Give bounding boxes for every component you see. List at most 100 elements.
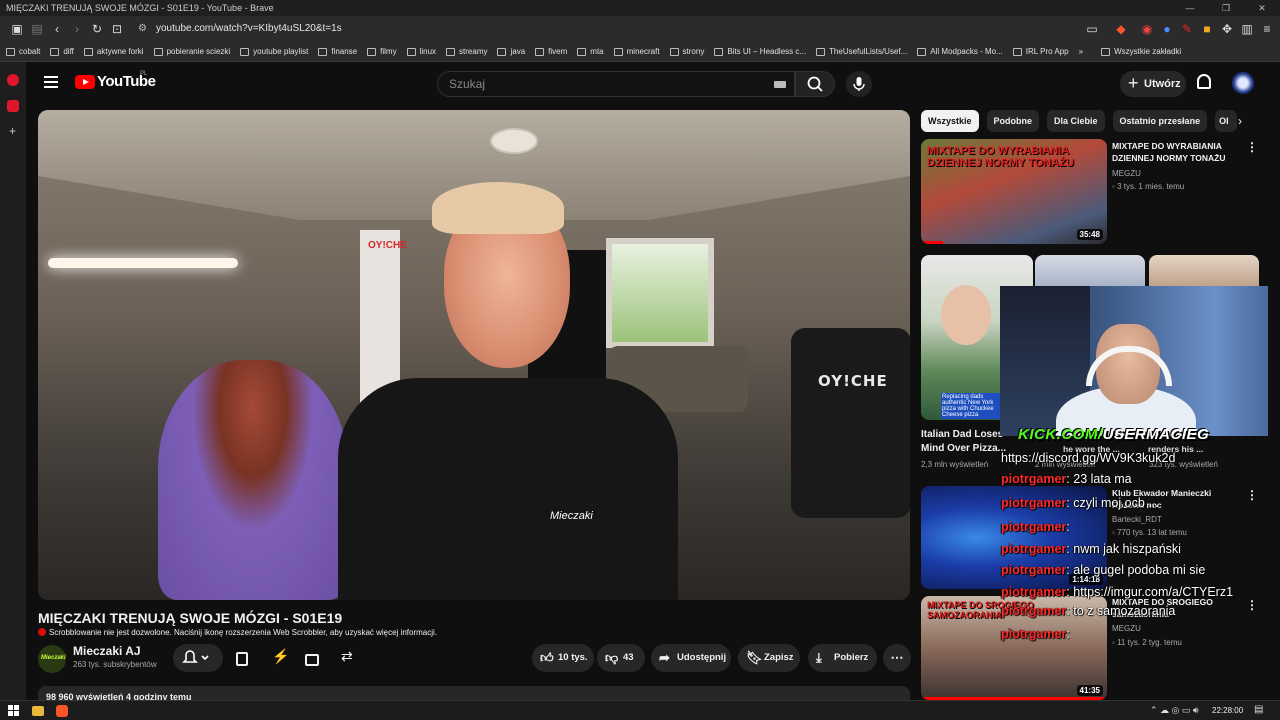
channel-avatar[interactable]: Mieczaki: [38, 645, 66, 673]
cast-icon[interactable]: ▭: [1083, 20, 1101, 38]
rec-title-2[interactable]: Italian Dad Loses Mind Over Pizza...: [921, 428, 1006, 456]
maximize-button[interactable]: ❐: [1208, 0, 1244, 16]
site-settings-icon[interactable]: ⚙: [138, 19, 147, 39]
video-player[interactable]: OY!CHE OY!CHE Mieczaki: [38, 110, 910, 600]
image-icon[interactable]: [305, 651, 319, 669]
minimize-button[interactable]: —: [1172, 0, 1208, 16]
sidebar-app-icon[interactable]: [7, 74, 19, 86]
bookmark-item[interactable]: TheUsefulLists/Usef...: [816, 47, 907, 56]
subscribe-bell-button[interactable]: [173, 644, 223, 672]
bookmark-item[interactable]: cobalt: [6, 47, 40, 56]
like-button[interactable]: 👍︎ 10 tys.: [532, 644, 594, 672]
rec-channel-1[interactable]: MEGZU: [1112, 169, 1141, 178]
menu-icon[interactable]: ≡: [1258, 20, 1276, 38]
bookmark-item[interactable]: finanse: [318, 47, 357, 56]
save-button[interactable]: 🔖︎ Zapisz: [738, 644, 800, 672]
download-button[interactable]: ⤓ Pobierz: [808, 644, 877, 672]
share-button[interactable]: ➦ Udostępnij: [651, 644, 731, 672]
extension-red-icon[interactable]: ◉: [1138, 20, 1156, 38]
bookmark-item[interactable]: linux: [406, 47, 436, 56]
chip-for-you[interactable]: Dla Ciebie: [1047, 110, 1105, 132]
hamburger-menu-icon[interactable]: [44, 76, 58, 88]
chat-text: https://discord.gg/WV9K3kuk2d: [1001, 451, 1176, 465]
rec-channel-3[interactable]: Bartecki_RDT: [1112, 515, 1162, 524]
more-actions-button[interactable]: ⋯: [883, 644, 911, 672]
rec-thumbnail-1[interactable]: MIXTAPE DO WYRABIANIA DZIENNEJ NORMY TON…: [921, 139, 1107, 244]
channel-name[interactable]: Mieczaki AJ: [73, 644, 141, 658]
create-button[interactable]: Utwórz: [1120, 70, 1186, 97]
rec-more-icon[interactable]: ⋮: [1246, 488, 1258, 502]
search-button[interactable]: [795, 71, 835, 97]
watch-progress-bar: [921, 241, 943, 244]
extension-blue-icon[interactable]: ●: [1158, 20, 1176, 38]
bookmark-item[interactable]: IRL Pro App: [1012, 47, 1069, 56]
all-bookmarks-button[interactable]: Wszystkie zakładki: [1101, 47, 1181, 56]
bookmark-item[interactable]: fivem: [535, 47, 567, 56]
notifications-icon[interactable]: ▤: [1254, 704, 1263, 715]
extensions-icon[interactable]: ✥: [1218, 20, 1236, 38]
bookmark-item[interactable]: youtube playlist: [240, 47, 308, 56]
video-scene-lamp: [48, 258, 238, 268]
tray-icons[interactable]: ⌃ ☁ ◎ ▭ 🔊︎: [1150, 705, 1199, 716]
notifications-bell-icon[interactable]: [1197, 74, 1211, 89]
chat-text: : czyli moj ocb ...: [1066, 496, 1159, 510]
chat-username: piotrgamer: [1001, 627, 1067, 641]
chat-username: piotrgamer: [1001, 585, 1067, 599]
rec-channel-4[interactable]: MEGZU: [1112, 624, 1141, 633]
browser-toolbar: ▣ ▤ ‹ › ↻ ⊡ ⚙ youtube.com/watch?v=KIbyt4…: [0, 16, 1280, 42]
sidebar-toggle-icon[interactable]: ▣: [8, 20, 26, 38]
bookmark-item[interactable]: All Modpacks - Mo...: [917, 47, 1003, 56]
bookmarks-overflow-button[interactable]: »: [1079, 47, 1083, 56]
video-scene-chair: [791, 328, 910, 518]
bookmark-item[interactable]: pobieranie sciezki: [153, 47, 230, 56]
video-scene-ceiling-light: [490, 128, 538, 154]
sidebar-youtube-icon[interactable]: [7, 100, 19, 112]
chip-more[interactable]: Ol: [1215, 110, 1238, 132]
extension-pin-icon[interactable]: ✎: [1178, 20, 1196, 38]
dislike-button[interactable]: 👎︎ 43: [597, 644, 645, 672]
reload-icon[interactable]: ↻: [88, 20, 106, 38]
chip-all[interactable]: Wszystkie: [921, 110, 979, 132]
bookmark-item[interactable]: minecraft: [613, 47, 660, 56]
windows-icon[interactable]: [8, 705, 20, 717]
address-bar[interactable]: ⚙ youtube.com/watch?v=KIbyt4uSL20&t=1s: [130, 19, 1080, 39]
bookmark-item[interactable]: strony: [669, 47, 704, 56]
extension-yellow-icon[interactable]: ■: [1198, 20, 1216, 38]
bookmark-item[interactable]: filmy: [367, 47, 397, 56]
rec-title-1[interactable]: MIXTAPE DO WYRABIANIA DZIENNEJ NORMY TONA…: [1112, 140, 1226, 164]
lightning-icon[interactable]: ⚡: [272, 648, 289, 665]
keyboard-icon[interactable]: [774, 81, 786, 88]
sidebar-add-icon[interactable]: +: [9, 124, 16, 138]
brave-shields-icon[interactable]: ◆: [1112, 20, 1130, 38]
bookmark-item[interactable]: diff: [50, 47, 74, 56]
folder-icon[interactable]: [32, 706, 44, 716]
forward-icon[interactable]: ›: [68, 20, 86, 38]
tab-list-icon[interactable]: ▤: [28, 20, 46, 38]
bookmark-item[interactable]: aktywne forki: [83, 47, 144, 56]
brave-icon[interactable]: [56, 705, 68, 717]
description-box[interactable]: 98 960 wyświetleń 4 godziny temu: [38, 686, 910, 700]
loop-icon[interactable]: ⇄: [341, 648, 353, 665]
rec-more-icon[interactable]: ⋮: [1246, 598, 1258, 612]
youtube-logo-icon[interactable]: [75, 75, 95, 89]
bookmark-item[interactable]: java: [497, 47, 525, 56]
chip-recently-uploaded[interactable]: Ostatnio przesłane: [1112, 110, 1208, 132]
back-icon[interactable]: ‹: [48, 20, 66, 38]
bookmark-item[interactable]: mta: [577, 47, 604, 56]
transcript-icon[interactable]: [236, 651, 248, 669]
voice-search-button[interactable]: [846, 71, 872, 97]
account-avatar[interactable]: [1232, 72, 1254, 94]
clock[interactable]: 22:28:00: [1212, 706, 1243, 715]
bookmark-item[interactable]: streamy: [446, 47, 487, 56]
bookmark-item[interactable]: Bits UI – Headless c...: [714, 47, 806, 56]
dislike-count: 43: [623, 652, 634, 663]
wallet-icon[interactable]: ▥: [1238, 20, 1256, 38]
rec-meta-1: ◦ 3 tys. 1 mies. temu: [1112, 182, 1185, 191]
chip-similar[interactable]: Podobne: [986, 110, 1040, 132]
close-button[interactable]: ✕: [1244, 0, 1280, 16]
search-input[interactable]: Szukaj: [437, 71, 795, 97]
chips-next-icon[interactable]: ›: [1238, 114, 1242, 128]
chat-username: piotrgamer: [1001, 496, 1067, 510]
bookmark-icon[interactable]: ⊡: [108, 20, 126, 38]
rec-more-icon[interactable]: ⋮: [1246, 140, 1258, 154]
